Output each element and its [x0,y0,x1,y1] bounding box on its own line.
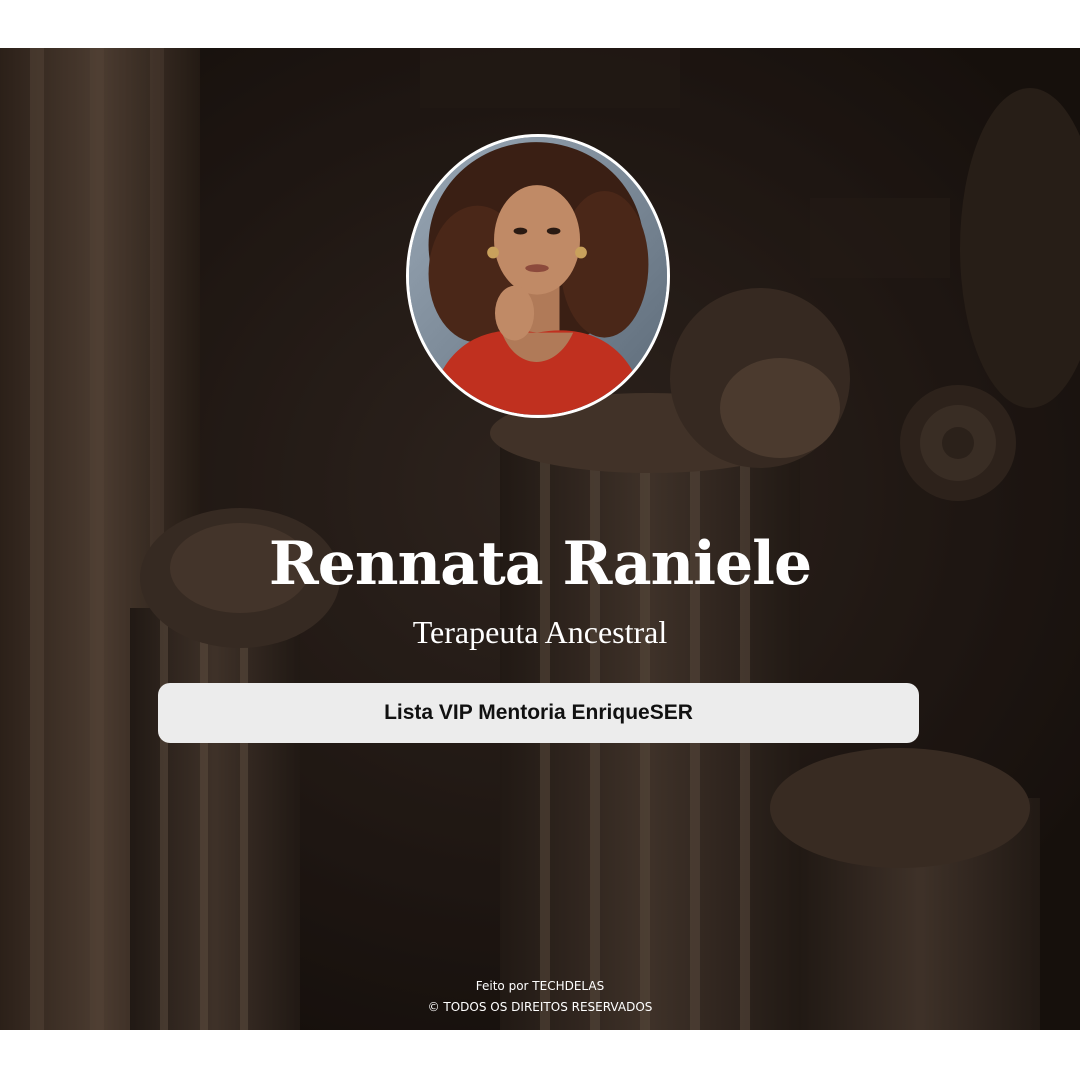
profile-name: Rennata Raniele [268,529,812,599]
link-button-lista-vip[interactable]: Lista VIP Mentoria EnriqueSER [158,683,919,743]
page: Rennata Raniele Terapeuta Ancestral List… [0,0,1080,1080]
profile-subtitle: Terapeuta Ancestral [412,614,668,650]
profile-avatar [406,134,670,418]
footer: Feito por TECHDELAS © TODOS OS DIREITOS … [0,976,1080,1018]
footer-made-by: Feito por TECHDELAS [475,979,605,993]
footer-copyright: © TODOS OS DIREITOS RESERVADOS [427,1000,653,1014]
hero-section: Rennata Raniele Terapeuta Ancestral List… [0,48,1080,1030]
profile-photo-icon [409,137,667,415]
